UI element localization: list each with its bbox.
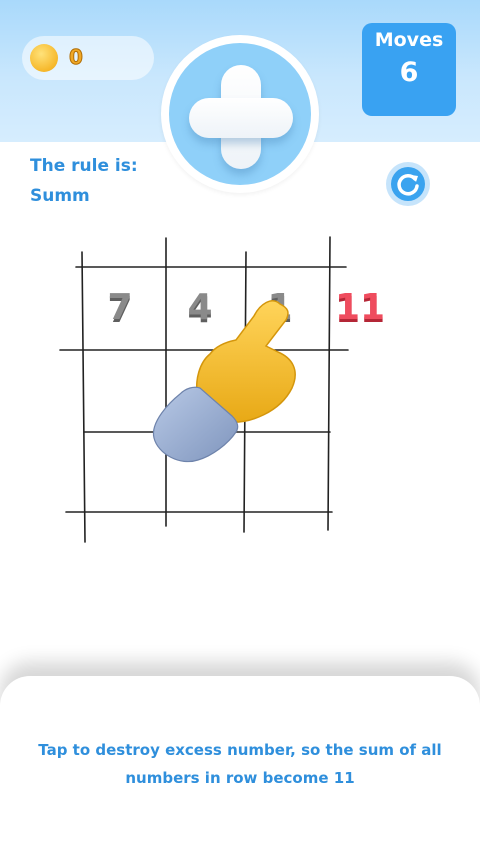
tutorial-hand-icon [152,300,296,463]
target-sum: 11 [335,287,386,328]
hint-text: Tap to destroy excess number, so the sum… [38,741,442,787]
hint-panel: Tap to destroy excess number, so the sum… [0,676,480,853]
grid-number[interactable]: 7 [95,287,145,328]
